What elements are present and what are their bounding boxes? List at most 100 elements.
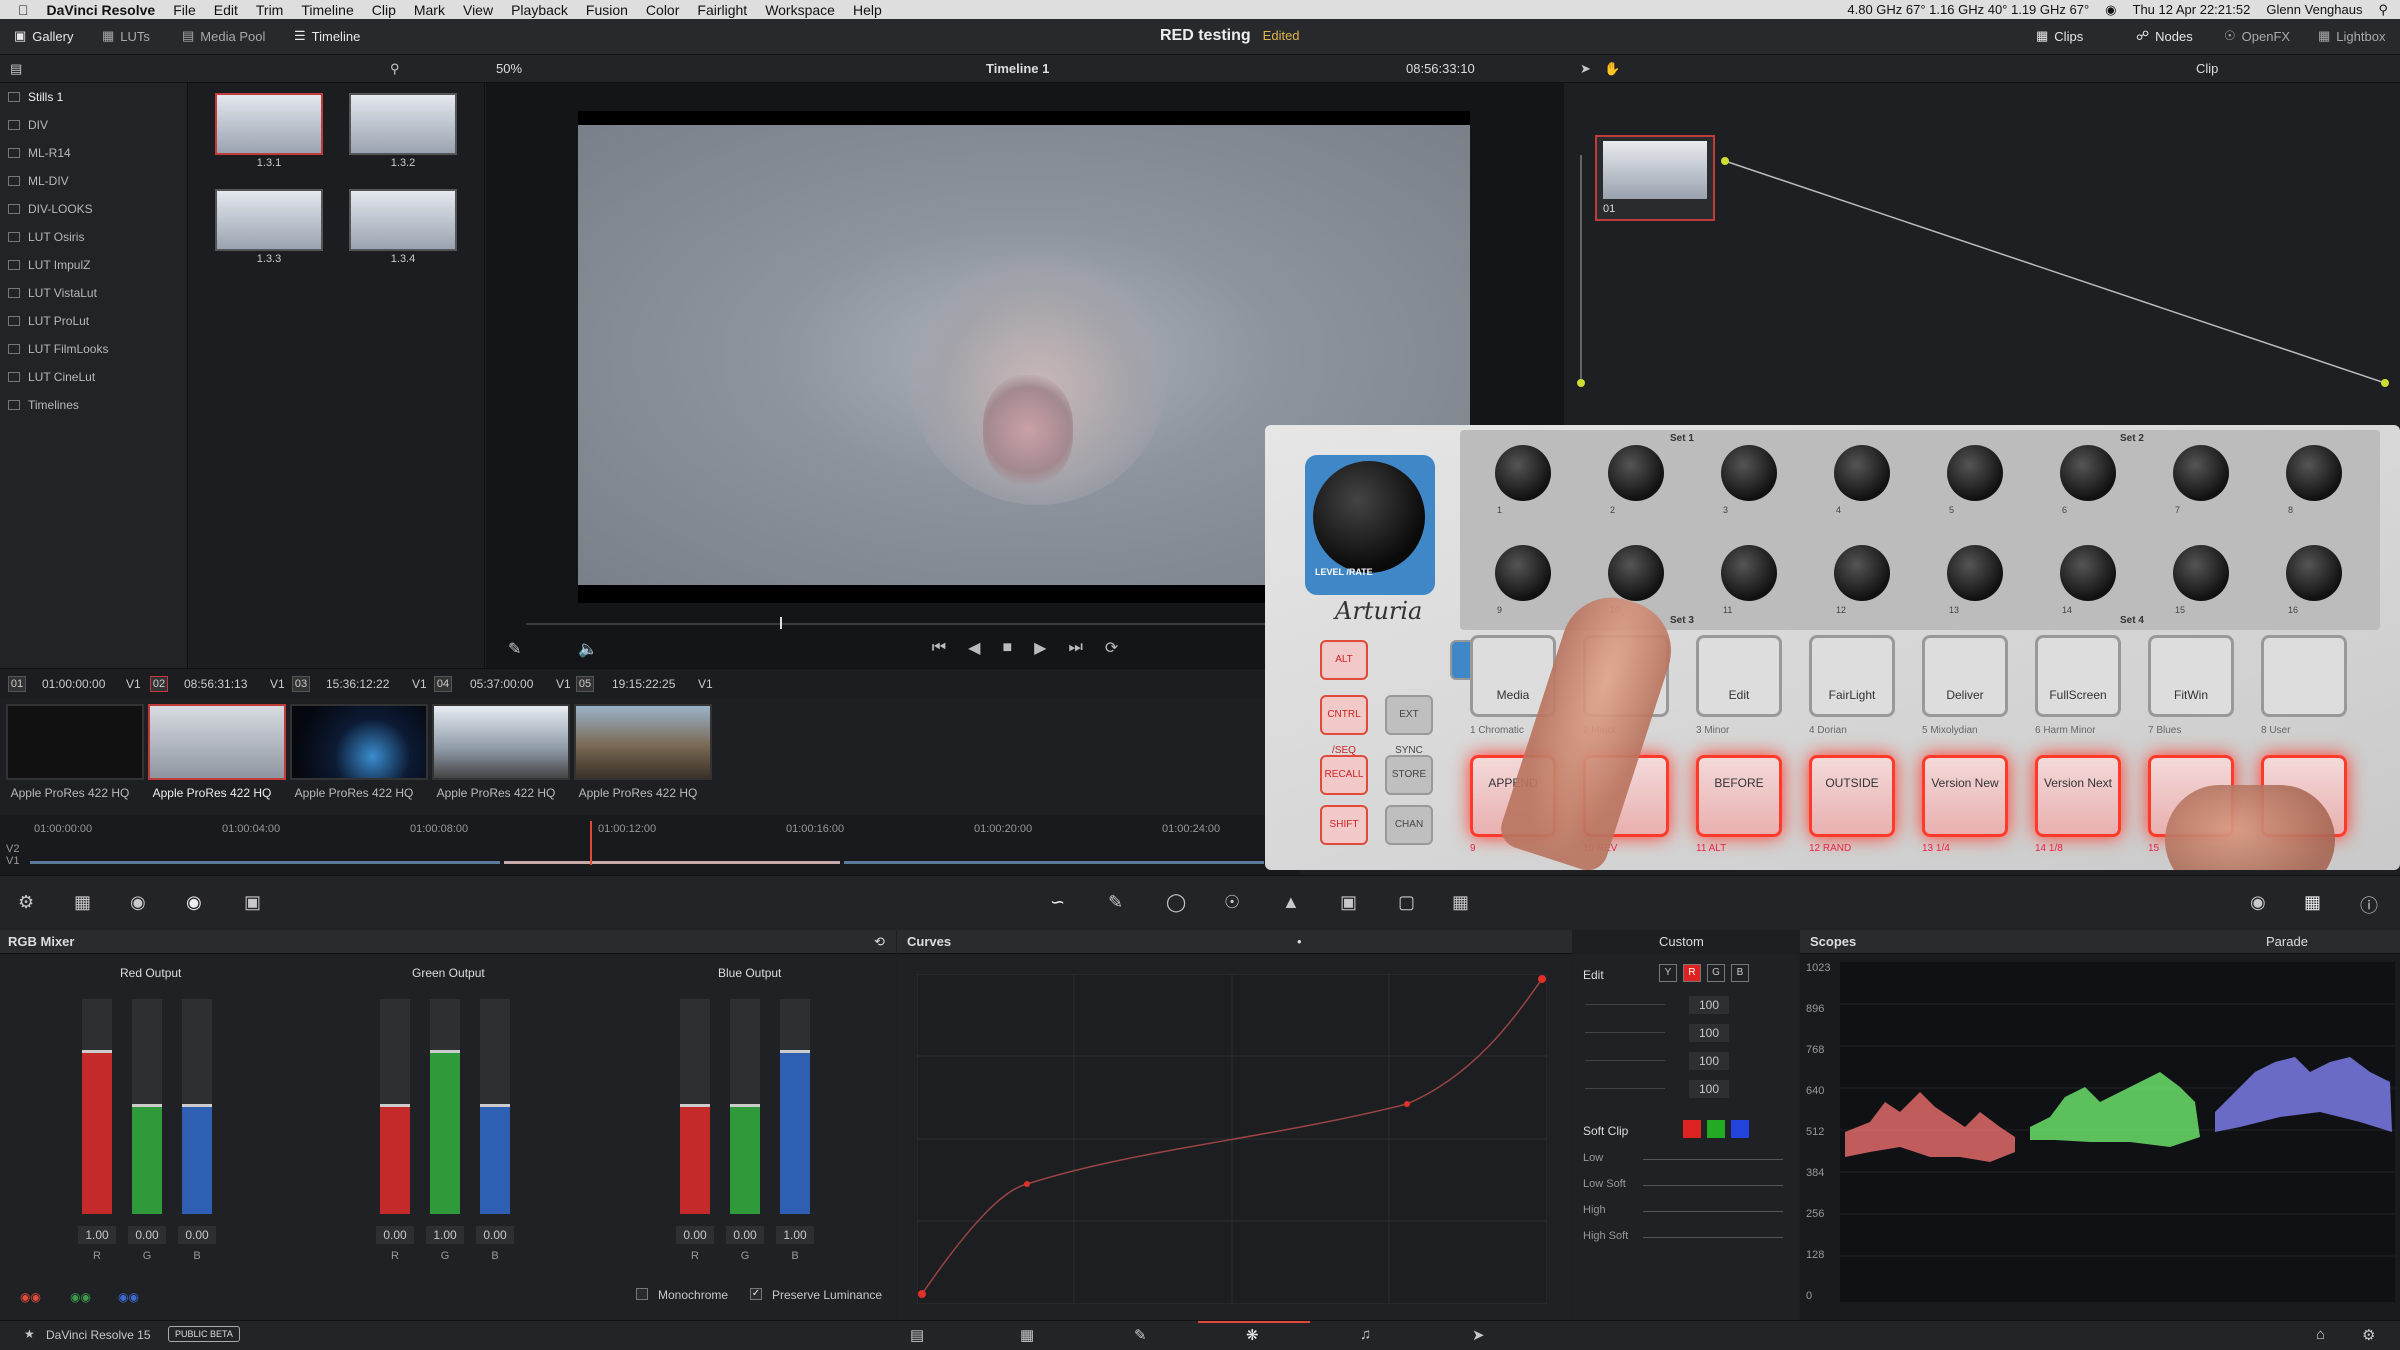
mixer-slider-handle[interactable] [780,1049,810,1053]
color-wheels-icon[interactable]: ◉ [130,892,146,913]
window-icon[interactable]: ◯ [1166,892,1186,913]
menu-fairlight[interactable]: Fairlight [697,2,747,18]
menu-fusion[interactable]: Fusion [586,2,628,18]
scopes-toggle-icon[interactable]: ▦ [2304,892,2321,913]
menu-file[interactable]: File [173,2,196,18]
clip-thumbnail[interactable] [574,704,712,780]
timeline-button[interactable]: ☰ Timeline [294,28,360,44]
mixer-swap-red-icon[interactable]: ◉◉ [20,1290,41,1304]
sizing-icon[interactable]: ▢ [1398,892,1415,913]
encoder-knob[interactable] [2173,545,2229,601]
bottom-pad[interactable]: BEFORE [1696,755,1782,837]
lightbox-button[interactable]: ▦ Lightbox [2318,28,2385,44]
mixer-slider[interactable] [82,999,112,1214]
wifi-icon[interactable]: ◉ [2105,2,2116,18]
media-pool-button[interactable]: ▤ Media Pool [182,28,265,44]
mixer-value[interactable]: 0.00 [178,1226,216,1244]
clip-thumbnail[interactable] [432,704,570,780]
first-frame-icon[interactable]: ⏮ [932,639,946,657]
track-clip-bar[interactable] [30,861,500,864]
intensity-slider[interactable] [1585,1060,1665,1061]
mixer-slider-handle[interactable] [82,1049,112,1053]
encoder-knob[interactable] [2060,545,2116,601]
controller-function-button[interactable]: RECALL [1320,755,1368,795]
loop-icon[interactable]: ⟳ [1105,638,1118,658]
album-item[interactable]: LUT CineLut [0,363,187,391]
qualifier-icon[interactable]: ✎ [1108,892,1123,913]
luts-button[interactable]: ▦ LUTs [102,28,150,44]
controller-function-button[interactable]: ALT [1320,640,1368,680]
play-reverse-icon[interactable]: ◀ [968,638,980,658]
curves-icon[interactable]: ∽ [1050,892,1065,913]
color-match-icon[interactable]: ▦ [74,892,91,913]
play-icon[interactable]: ▶ [1034,638,1046,658]
top-pad[interactable] [2261,635,2347,717]
r-channel-button[interactable]: R [1683,964,1701,982]
album-item[interactable]: Stills 1 [0,83,187,111]
intensity-slider[interactable] [1585,1088,1665,1089]
intensity-slider[interactable] [1585,1004,1665,1005]
monochrome-checkbox[interactable] [636,1288,648,1300]
clip-thumbnail[interactable] [148,704,286,780]
album-item[interactable]: LUT ProLut [0,307,187,335]
mixer-slider[interactable] [380,999,410,1214]
menu-view[interactable]: View [463,2,493,18]
encoder-knob[interactable] [2060,445,2116,501]
mixer-slider[interactable] [680,999,710,1214]
mixer-swap-green-icon[interactable]: ◉◉ [70,1290,91,1304]
mixer-slider-handle[interactable] [380,1103,410,1107]
album-item[interactable]: ML-R14 [0,139,187,167]
album-item[interactable]: LUT FilmLooks [0,335,187,363]
mixer-slider-handle[interactable] [430,1049,460,1053]
encoder-knob[interactable] [1721,545,1777,601]
encoder-knob[interactable] [1947,445,2003,501]
g-intensity-value[interactable]: 100 [1689,1052,1729,1070]
softclip-green-button[interactable] [1707,1120,1725,1138]
softclip-red-button[interactable] [1683,1120,1701,1138]
bottom-pad[interactable]: Version New [1922,755,2008,837]
mixer-slider-handle[interactable] [182,1103,212,1107]
level-rate-knob[interactable] [1313,461,1425,573]
top-pad[interactable]: FitWin [2148,635,2234,717]
help-icon[interactable]: ⓘ [2360,892,2378,918]
clip-thumbnail[interactable] [6,704,144,780]
menu-app-name[interactable]: DaVinci Resolve [47,2,156,18]
sidebar-toggle-icon[interactable]: ▤ [10,61,22,77]
top-pad[interactable]: FairLight [1809,635,1895,717]
r-intensity-value[interactable]: 100 [1689,1024,1729,1042]
last-frame-icon[interactable]: ⏭ [1068,639,1082,657]
menu-timeline[interactable]: Timeline [301,2,353,18]
nodes-button[interactable]: ☍ Nodes [2136,28,2193,44]
volume-icon[interactable]: 🔈 [578,639,598,659]
still-thumbnail[interactable] [215,189,323,251]
softclip-blue-button[interactable] [1731,1120,1749,1138]
mixer-slider-handle[interactable] [480,1103,510,1107]
menu-help[interactable]: Help [853,2,882,18]
encoder-knob[interactable] [2173,445,2229,501]
album-item[interactable]: DIV [0,111,187,139]
y-channel-button[interactable]: Y [1659,964,1677,982]
menu-mark[interactable]: Mark [414,2,445,18]
mixer-slider[interactable] [430,999,460,1214]
menu-playback[interactable]: Playback [511,2,568,18]
album-item[interactable]: DIV-LOOKS [0,195,187,223]
encoder-knob[interactable] [1947,545,2003,601]
mixer-value[interactable]: 0.00 [476,1226,514,1244]
encoder-knob[interactable] [1608,445,1664,501]
track-clip-bar-selected[interactable] [504,861,840,864]
mixer-value[interactable]: 0.00 [128,1226,166,1244]
still-thumbnail[interactable] [349,93,457,155]
low-soft-slider[interactable] [1643,1185,1783,1186]
hand-tool-icon[interactable]: ✋ [1604,61,1620,77]
low-slider[interactable] [1643,1159,1783,1160]
controller-function-button[interactable]: STORE [1385,755,1433,795]
mixer-slider[interactable] [132,999,162,1214]
encoder-knob[interactable] [1834,445,1890,501]
curves-mode-select[interactable]: Custom [1659,934,1704,949]
menu-workspace[interactable]: Workspace [765,2,835,18]
home-icon[interactable]: ⌂ [2316,1326,2325,1343]
album-item[interactable]: ML-DIV [0,167,187,195]
mixer-slider-handle[interactable] [730,1103,760,1107]
info-icon[interactable]: ◉ [2250,892,2266,913]
b-channel-button[interactable]: B [1731,964,1749,982]
